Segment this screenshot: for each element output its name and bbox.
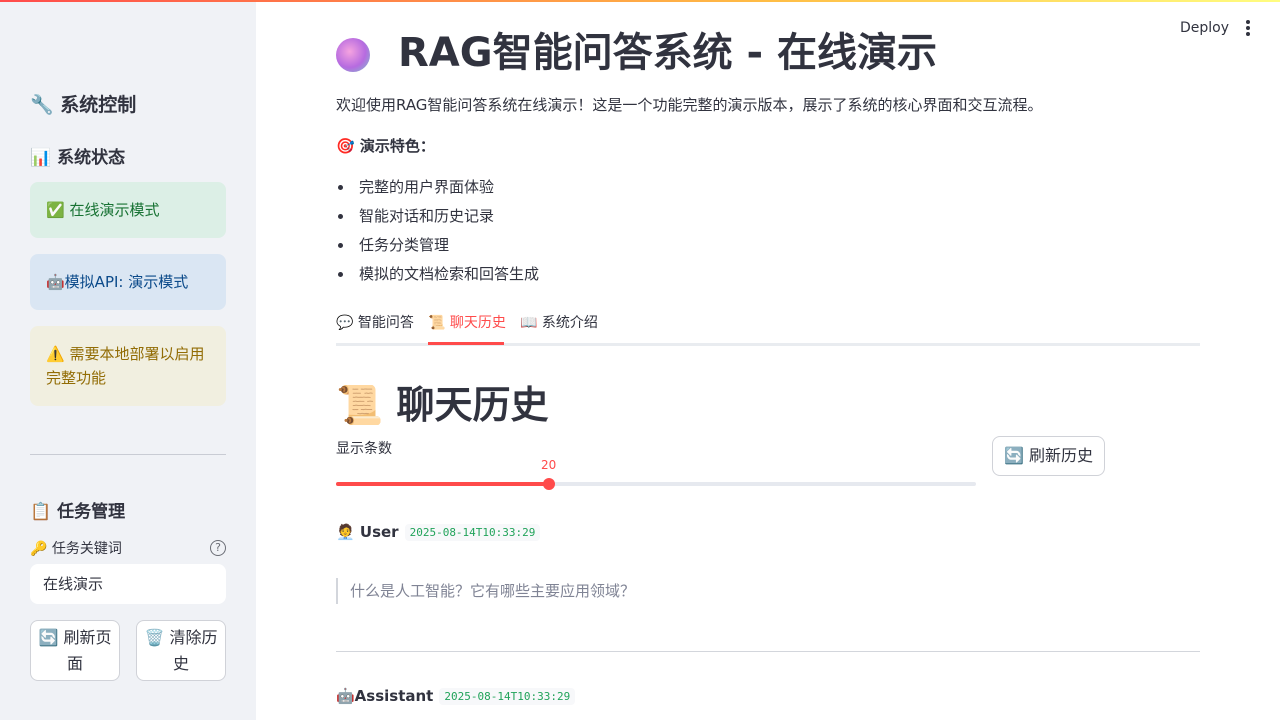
tab-system-intro[interactable]: 📖 系统介绍: [520, 312, 598, 346]
top-decoration-bar: [0, 0, 1280, 2]
user-message-header: 🧑‍💼 User 2025-08-14T10:33:29: [336, 523, 541, 541]
tab-qa[interactable]: 💬 智能问答: [336, 312, 414, 346]
tab-bar: 💬 智能问答 📜 聊天历史 📖 系统介绍: [336, 304, 1200, 346]
brain-icon: [336, 38, 370, 72]
display-count-slider[interactable]: [336, 478, 976, 490]
task-heading: 📋 任务管理: [30, 502, 126, 522]
features-heading: 🎯 演示特色：: [336, 137, 435, 155]
list-item: 完整的用户界面体验: [336, 176, 539, 205]
refresh-page-button[interactable]: 🔄 刷新页面: [30, 620, 120, 681]
warning-alert: ⚠️ 需要本地部署以启用完整功能: [30, 326, 226, 406]
message-divider: [336, 651, 1200, 652]
list-item: 任务分类管理: [336, 234, 539, 263]
help-icon[interactable]: ?: [210, 540, 226, 556]
refresh-history-button[interactable]: 🔄 刷新历史: [992, 436, 1105, 476]
sidebar-divider: [30, 454, 226, 455]
active-tab-indicator: [428, 342, 504, 345]
slider-fill: [336, 482, 550, 486]
sidebar: 🔧 系统控制 📊 系统状态 ✅ 在线演示模式 🤖模拟API: 演示模式 ⚠️ 需…: [0, 0, 256, 720]
slider-thumb[interactable]: [543, 478, 556, 490]
slider-value: 20: [541, 458, 557, 472]
warning-alert-text: ⚠️ 需要本地部署以启用完整功能: [46, 345, 205, 387]
intro-text: 欢迎使用RAG智能问答系统在线演示！这是一个功能完整的演示版本，展示了系统的核心…: [336, 96, 1043, 114]
slider-label: 显示条数: [336, 441, 392, 457]
task-keyword-input[interactable]: 在线演示: [30, 564, 226, 604]
user-message-quote: 什么是人工智能？它有哪些主要应用领域？: [336, 578, 635, 604]
info-alert-text: 🤖模拟API: 演示模式: [46, 273, 189, 291]
features-list: 完整的用户界面体验 智能对话和历史记录 任务分类管理 模拟的文档检索和回答生成: [336, 176, 539, 292]
assistant-role: 🤖Assistant: [336, 687, 434, 705]
list-item: 模拟的文档检索和回答生成: [336, 263, 539, 292]
more-vertical-icon[interactable]: [1240, 20, 1256, 40]
info-alert: 🤖模拟API: 演示模式: [30, 254, 226, 310]
history-heading: 📜 聊天历史: [336, 383, 549, 427]
sidebar-title: 🔧 系统控制: [30, 94, 137, 116]
status-heading: 📊 系统状态: [30, 148, 126, 168]
page-title-text: RAG智能问答系统 - 在线演示: [398, 30, 938, 76]
tab-chat-history[interactable]: 📜 聊天历史: [428, 312, 506, 346]
clear-history-button[interactable]: 🗑️ 清除历史: [136, 620, 226, 681]
user-timestamp: 2025-08-14T10:33:29: [404, 523, 541, 541]
page-title: RAG智能问答系统 - 在线演示: [336, 20, 937, 76]
success-alert: ✅ 在线演示模式: [30, 182, 226, 238]
assistant-timestamp: 2025-08-14T10:33:29: [439, 687, 576, 705]
task-keyword-label: 🔑 任务关键词: [30, 541, 122, 557]
success-alert-text: ✅ 在线演示模式: [46, 201, 160, 219]
title-area: RAG智能问答系统 - 在线演示: [336, 0, 1200, 76]
assistant-message-header: 🤖Assistant 2025-08-14T10:33:29: [336, 687, 576, 705]
user-role: 🧑‍💼 User: [336, 523, 399, 541]
list-item: 智能对话和历史记录: [336, 205, 539, 234]
